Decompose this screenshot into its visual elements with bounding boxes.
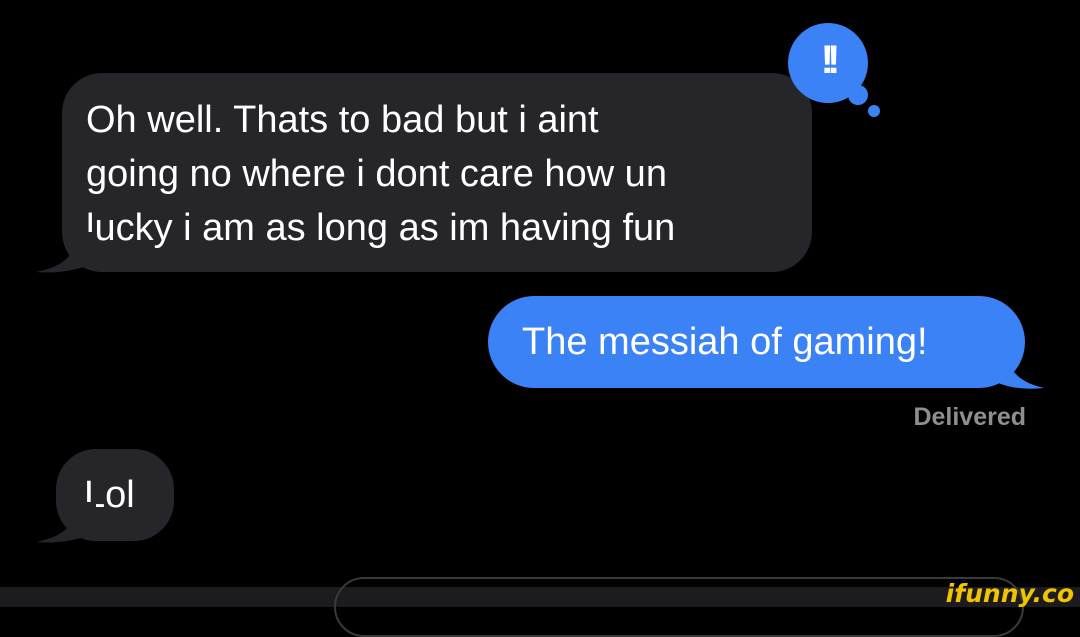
reaction-label: !!: [820, 38, 841, 82]
delivered-status: Delivered: [913, 403, 1026, 431]
message-input-field[interactable]: [334, 577, 1024, 637]
incoming-message-bubble[interactable]: Oh well. Thats to bad but i aint going n…: [62, 73, 812, 272]
watermark-logo: ifunny.co: [945, 579, 1074, 608]
message-text: Oh well. Thats to bad but i aint going n…: [86, 99, 676, 249]
bubble-tail-incoming: [36, 232, 96, 273]
bubble-tail-outgoing: [992, 350, 1044, 389]
message-text: The messiah of gaming!: [522, 321, 928, 363]
message-text: Lol: [84, 474, 135, 516]
bubble-tail-incoming: [36, 502, 96, 543]
outgoing-message-bubble[interactable]: The messiah of gaming!: [488, 296, 1025, 388]
